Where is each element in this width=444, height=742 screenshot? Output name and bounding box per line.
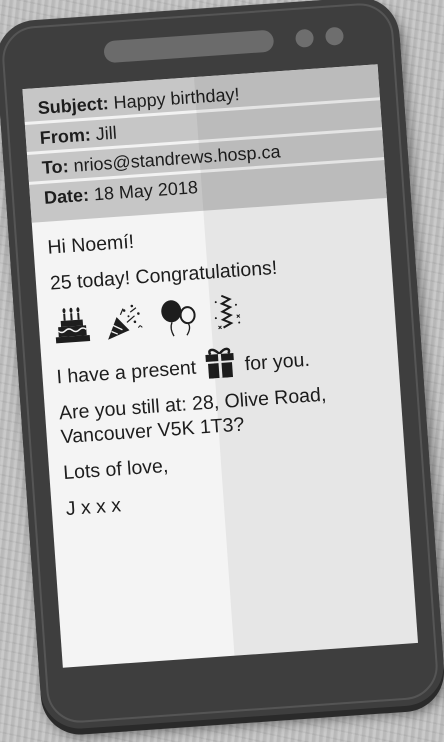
phone-screen: Subject: Happy birthday! From: Jill To: … <box>22 64 419 668</box>
email-body: Hi Noemí! 25 today! Congratulations! I h… <box>32 198 408 522</box>
present-text-after: for you. <box>244 348 311 376</box>
from-label: From: <box>39 124 92 148</box>
date-value: 18 May 2018 <box>93 177 199 205</box>
streamers-icon <box>214 294 241 330</box>
present-text-before: I have a present <box>55 356 197 389</box>
from-value: Jill <box>95 122 118 145</box>
party-popper-icon <box>108 304 143 340</box>
subject-value: Happy birthday! <box>112 84 241 113</box>
email-header: Subject: Happy birthday! From: Jill To: … <box>22 64 387 223</box>
celebration-icons <box>52 283 382 346</box>
date-label: Date: <box>43 184 90 208</box>
balloons-icon <box>161 300 196 337</box>
birthday-cake-icon <box>55 307 91 344</box>
phone: Subject: Happy birthday! From: Jill To: … <box>0 0 444 732</box>
gift-icon <box>205 347 235 379</box>
to-label: To: <box>41 156 70 178</box>
subject-label: Subject: <box>37 93 110 119</box>
address-paragraph: Are you still at: 28, Olive Road, Vancou… <box>58 378 389 449</box>
